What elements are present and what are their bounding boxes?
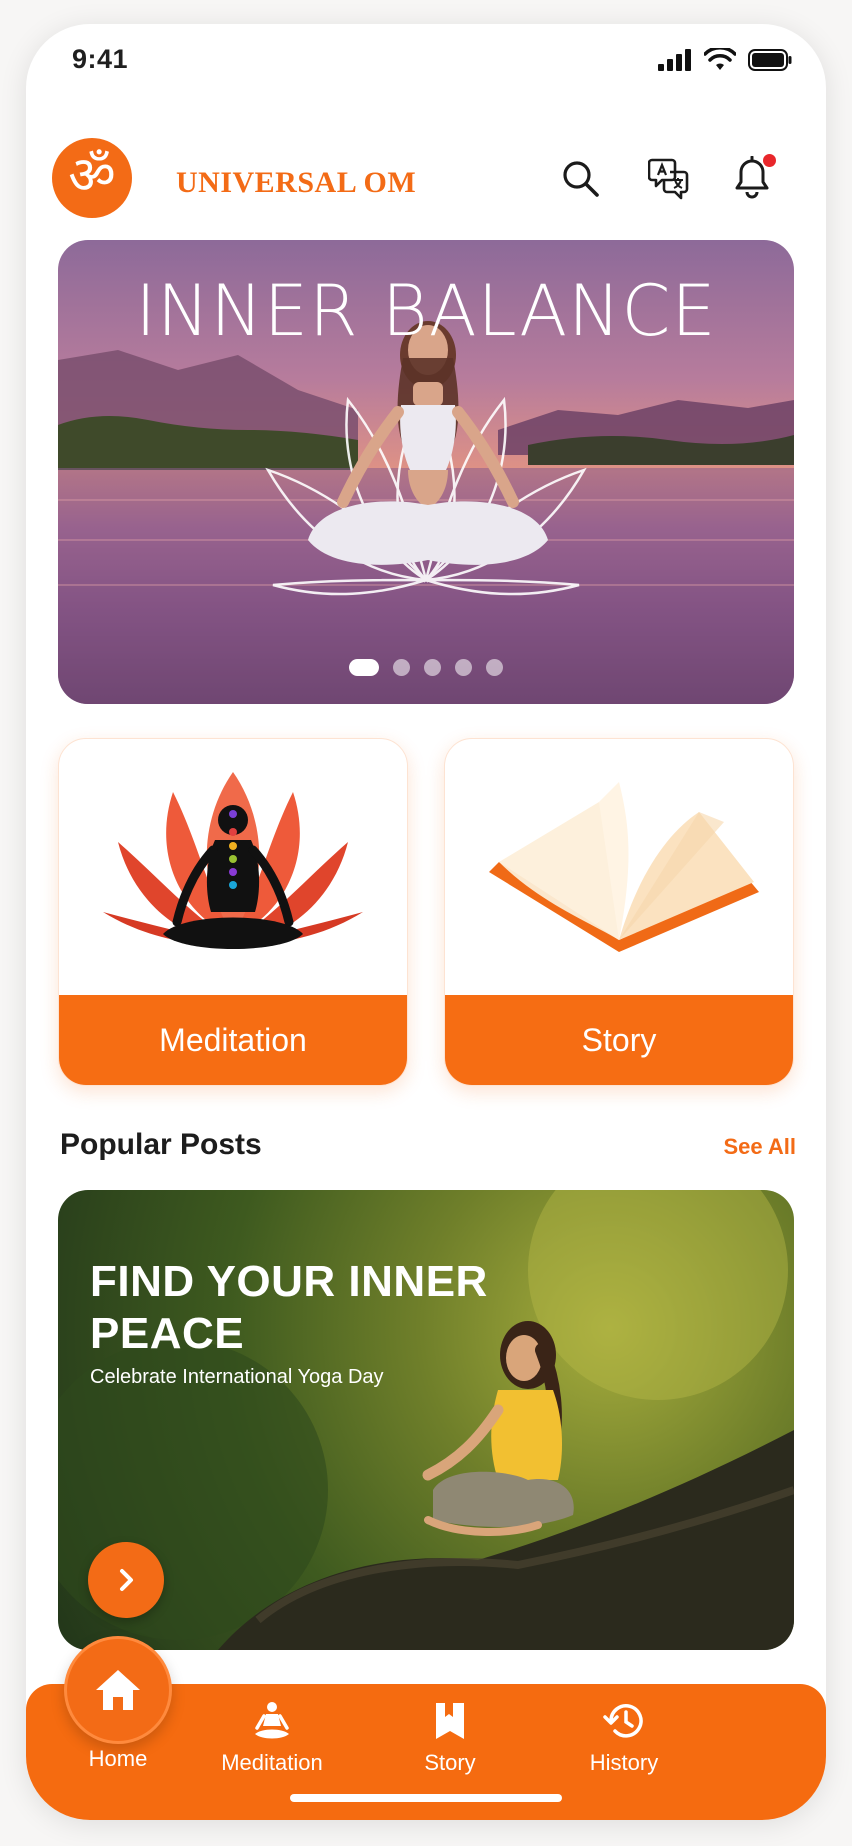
post-open-button[interactable] — [88, 1542, 164, 1618]
nav-item-history[interactable]: History — [544, 1700, 704, 1776]
meditation-art — [59, 739, 407, 995]
open-book-icon — [489, 782, 759, 952]
nav-label-history: History — [589, 1750, 659, 1775]
status-time: 9:41 — [72, 44, 129, 74]
carousel-dot[interactable] — [455, 659, 472, 676]
category-card-story[interactable]: Story — [444, 738, 794, 1086]
hero-banner[interactable]: INNER BALANCE — [58, 240, 794, 704]
translate-button[interactable] — [644, 152, 696, 204]
nav-item-meditation[interactable]: Meditation — [192, 1700, 352, 1776]
home-indicator — [290, 1794, 562, 1802]
nav-item-home[interactable] — [64, 1636, 172, 1744]
nav-item-story[interactable]: Story — [370, 1700, 530, 1776]
story-art — [445, 739, 793, 995]
search-button[interactable] — [554, 152, 606, 204]
meditation-icon — [255, 1702, 289, 1739]
translate-icon — [648, 158, 689, 200]
see-all-link[interactable]: See All — [723, 1134, 796, 1160]
notifications-button[interactable] — [726, 152, 778, 204]
brand-name: UNIVERSAL OM — [176, 166, 417, 199]
app-screen: 9:41 ॐ UNIVERSAL OM INNER BALANCE Medita… — [26, 24, 826, 1820]
popular-post-card[interactable]: FIND YOUR INNER PEACE Celebrate Internat… — [58, 1190, 794, 1650]
bookmark-book-icon — [436, 1703, 464, 1739]
signal-icon — [658, 49, 691, 71]
nav-label-meditation: Meditation — [221, 1750, 323, 1775]
category-card-meditation[interactable]: Meditation — [58, 738, 408, 1086]
post-subtitle: Celebrate International Yoga Day — [90, 1366, 384, 1388]
battery-icon — [748, 49, 792, 71]
status-icons — [658, 48, 792, 72]
om-glyph: ॐ — [68, 146, 116, 206]
om-logo[interactable]: ॐ — [52, 138, 132, 218]
carousel-dot-active[interactable] — [349, 659, 379, 676]
nav-label-story: Story — [424, 1750, 476, 1775]
status-bar: 9:41 — [26, 24, 826, 94]
category-label-meditation: Meditation — [59, 995, 407, 1085]
carousel-dot[interactable] — [424, 659, 441, 676]
app-header: ॐ UNIVERSAL OM — [26, 136, 826, 220]
wifi-icon — [704, 48, 736, 70]
chevron-right-icon — [120, 1569, 133, 1591]
category-label-story: Story — [445, 995, 793, 1085]
home-icon — [96, 1670, 140, 1710]
popular-posts-title: Popular Posts — [60, 1128, 262, 1161]
nav-label-home: Home — [88, 1746, 148, 1771]
hero-title: INNER BALANCE — [135, 270, 717, 352]
carousel-dot[interactable] — [486, 659, 503, 676]
carousel-dot[interactable] — [393, 659, 410, 676]
carousel-dots — [58, 659, 794, 676]
search-icon — [563, 161, 599, 197]
notification-badge — [763, 154, 776, 167]
lotus-meditation-icon — [103, 772, 363, 949]
history-icon — [603, 1704, 643, 1738]
post-title: FIND YOUR INNER PEACE — [90, 1257, 488, 1358]
